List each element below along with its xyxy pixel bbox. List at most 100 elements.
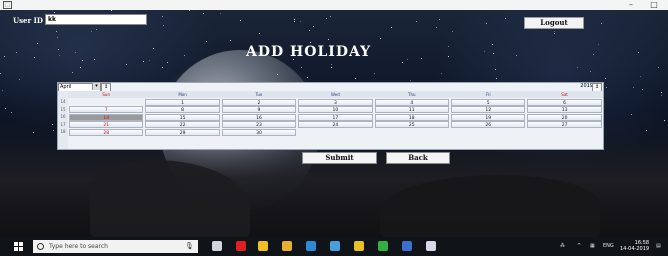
- page-title: ADD HOLIDAY: [246, 44, 372, 60]
- star: [505, 18, 506, 19]
- taskbar-search-box[interactable]: Type here to search 🎙: [33, 240, 198, 253]
- language-indicator[interactable]: ENG: [603, 237, 614, 256]
- star: [307, 77, 308, 78]
- notes-icon[interactable]: [258, 241, 268, 251]
- star: [34, 57, 35, 58]
- star: [495, 69, 496, 70]
- calendar-day[interactable]: 5: [451, 98, 526, 106]
- calendar-day[interactable]: 22: [145, 121, 220, 128]
- app-green-icon[interactable]: [378, 241, 388, 251]
- calendar-day[interactable]: 8: [145, 106, 220, 113]
- chrome-icon[interactable]: [354, 241, 364, 251]
- calendar-day[interactable]: 3: [298, 98, 373, 106]
- microphone-icon[interactable]: 🎙: [185, 240, 194, 253]
- calendar-day[interactable]: 19: [451, 113, 526, 121]
- star: [448, 46, 449, 47]
- calendar-day[interactable]: 13: [527, 106, 602, 113]
- notification-icon[interactable]: ▤: [656, 237, 661, 256]
- star: [203, 13, 204, 14]
- windows-taskbar: Type here to search 🎙 ⁂ ^ ▦ ENG 16:58 14…: [0, 237, 668, 256]
- chevron-down-icon[interactable]: ▾: [92, 83, 100, 90]
- calendar-day[interactable]: 24: [298, 121, 373, 128]
- clock-date: 14-04-2019: [620, 246, 650, 252]
- star: [554, 31, 555, 32]
- calendar-day[interactable]: 10: [298, 106, 373, 113]
- calendar-day[interactable]: 20: [527, 113, 602, 121]
- star: [163, 25, 164, 26]
- star: [402, 62, 403, 63]
- star: [94, 59, 95, 60]
- calendar-day[interactable]: 4: [374, 98, 449, 106]
- day-of-week-header: Thu: [373, 91, 450, 98]
- star: [328, 39, 329, 40]
- star: [391, 27, 392, 28]
- star: [448, 56, 449, 57]
- star: [436, 27, 437, 28]
- calendar-day[interactable]: 18: [374, 113, 449, 121]
- user-id-field[interactable]: kk: [45, 14, 147, 25]
- calendar-day[interactable]: 2: [221, 98, 297, 106]
- star: [277, 74, 278, 75]
- calendar-day[interactable]: 30: [221, 128, 297, 136]
- calendar-day[interactable]: 29: [145, 128, 220, 136]
- taskbar-clock[interactable]: 16:58 14-04-2019: [620, 240, 649, 252]
- calendar-day[interactable]: 11: [374, 106, 449, 113]
- calendar-day[interactable]: 16: [221, 113, 297, 121]
- network-icon[interactable]: ⁂: [560, 237, 565, 256]
- day-of-week-header: Sun: [68, 91, 145, 98]
- star: [331, 64, 332, 65]
- submit-button[interactable]: Submit: [302, 152, 377, 164]
- maximize-button[interactable]: □: [646, 0, 662, 10]
- star: [19, 79, 20, 80]
- star: [58, 49, 59, 50]
- star: [5, 108, 6, 109]
- star: [355, 78, 356, 79]
- chevron-up-icon[interactable]: ^: [577, 237, 581, 256]
- logout-button[interactable]: Logout: [524, 17, 584, 29]
- star: [416, 21, 417, 22]
- star: [601, 23, 602, 24]
- calendar-day[interactable]: 25: [374, 121, 449, 128]
- calendar-day[interactable]: 9: [221, 106, 297, 113]
- day-of-week-header: Sat: [526, 91, 603, 98]
- calendar-day-selected[interactable]: 14: [69, 113, 144, 121]
- star: [143, 61, 144, 62]
- calendar-header: April ▾ ↕ 2019 ↕: [58, 83, 603, 92]
- star: [421, 58, 422, 59]
- day-of-week-header: Fri: [450, 91, 527, 98]
- star: [2, 90, 3, 91]
- star: [82, 60, 83, 61]
- star: [91, 31, 92, 32]
- calendar-day[interactable]: 21: [69, 121, 144, 128]
- star: [410, 80, 411, 81]
- minimize-button[interactable]: –: [623, 0, 639, 10]
- calendar-day[interactable]: 27: [527, 121, 602, 128]
- star: [452, 31, 453, 32]
- windows-logo-icon[interactable]: [14, 242, 23, 251]
- task-view-icon[interactable]: [212, 241, 222, 251]
- star: [606, 87, 607, 88]
- calendar-day[interactable]: 15: [145, 113, 220, 121]
- star: [52, 124, 53, 125]
- year-field[interactable]: 2019: [569, 83, 593, 90]
- app-blue-icon[interactable]: [402, 241, 412, 251]
- star: [605, 78, 606, 79]
- calendar-day[interactable]: 28: [69, 128, 144, 136]
- star: [56, 31, 57, 32]
- calendar-day[interactable]: 6: [527, 98, 602, 106]
- calendar-day[interactable]: 17: [298, 113, 373, 121]
- file-explorer-icon[interactable]: [282, 241, 292, 251]
- calendar-day[interactable]: 23: [221, 121, 297, 128]
- calendar-day[interactable]: 7: [69, 106, 144, 113]
- star: [300, 21, 301, 22]
- star: [638, 52, 639, 53]
- tool-icon[interactable]: [330, 241, 340, 251]
- back-button[interactable]: Back: [386, 152, 450, 164]
- calendar-day[interactable]: 1: [145, 98, 220, 106]
- opera-icon[interactable]: [236, 241, 246, 251]
- star: [33, 132, 34, 133]
- app-window-icon[interactable]: [426, 241, 436, 251]
- calendar-day[interactable]: 26: [451, 121, 526, 128]
- edge-icon[interactable]: [306, 241, 316, 251]
- calendar-day[interactable]: 12: [451, 106, 526, 113]
